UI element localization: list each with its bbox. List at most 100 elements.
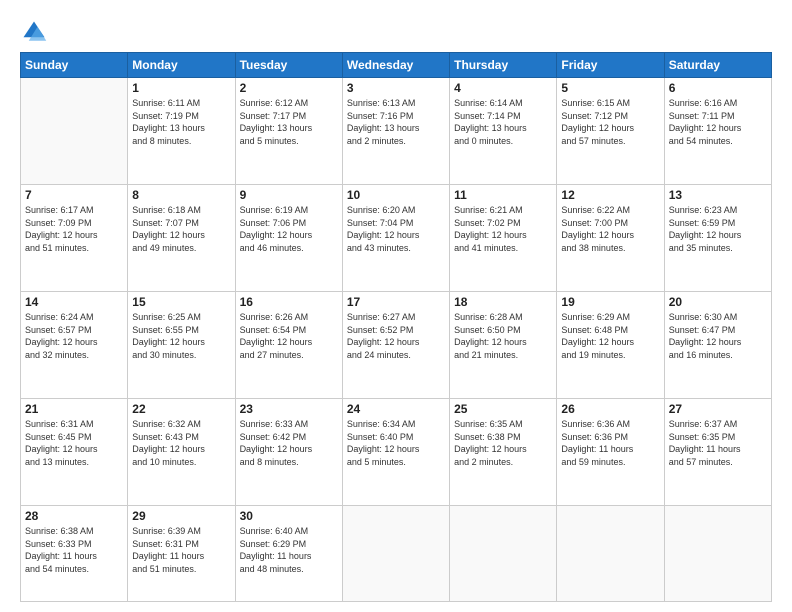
day-info: Sunrise: 6:21 AM Sunset: 7:02 PM Dayligh… xyxy=(454,204,552,254)
week-row-3: 14 Sunrise: 6:24 AM Sunset: 6:57 PM Dayli… xyxy=(21,292,772,399)
day-info: Sunrise: 6:20 AM Sunset: 7:04 PM Dayligh… xyxy=(347,204,445,254)
calendar-cell: 3 Sunrise: 6:13 AM Sunset: 7:16 PM Daylig… xyxy=(342,78,449,185)
day-number: 29 xyxy=(132,509,230,523)
day-number: 1 xyxy=(132,81,230,95)
day-number: 26 xyxy=(561,402,659,416)
day-number: 24 xyxy=(347,402,445,416)
day-number: 28 xyxy=(25,509,123,523)
calendar-cell: 9Sunrise: 6:19 AM Sunset: 7:06 PM Daylig… xyxy=(235,185,342,292)
day-number: 10 xyxy=(347,188,445,202)
day-number: 27 xyxy=(669,402,767,416)
day-number: 15 xyxy=(132,295,230,309)
day-info: Sunrise: 6:26 AM Sunset: 6:54 PM Dayligh… xyxy=(240,311,338,361)
week-row-1: 1 Sunrise: 6:11 AM Sunset: 7:19 PM Daylig… xyxy=(21,78,772,185)
day-number: 13 xyxy=(669,188,767,202)
weekday-header-row: SundayMondayTuesdayWednesdayThursdayFrid… xyxy=(21,53,772,78)
day-info: Sunrise: 6:35 AM Sunset: 6:38 PM Dayligh… xyxy=(454,418,552,468)
day-info: Sunrise: 6:39 AM Sunset: 6:31 PM Dayligh… xyxy=(132,525,230,575)
day-info: Sunrise: 6:30 AM Sunset: 6:47 PM Dayligh… xyxy=(669,311,767,361)
day-info: Sunrise: 6:14 AM Sunset: 7:14 PM Dayligh… xyxy=(454,97,552,147)
calendar-cell: 16 Sunrise: 6:26 AM Sunset: 6:54 PM Dayli… xyxy=(235,292,342,399)
calendar-cell: 5 Sunrise: 6:15 AM Sunset: 7:12 PM Daylig… xyxy=(557,78,664,185)
day-info: Sunrise: 6:12 AM Sunset: 7:17 PM Dayligh… xyxy=(240,97,338,147)
day-info: Sunrise: 6:38 AM Sunset: 6:33 PM Dayligh… xyxy=(25,525,123,575)
calendar-cell xyxy=(21,78,128,185)
day-info: Sunrise: 6:27 AM Sunset: 6:52 PM Dayligh… xyxy=(347,311,445,361)
calendar-cell: 22 Sunrise: 6:32 AM Sunset: 6:43 PM Dayli… xyxy=(128,399,235,506)
day-number: 7 xyxy=(25,188,123,202)
calendar-cell: 15 Sunrise: 6:25 AM Sunset: 6:55 PM Dayli… xyxy=(128,292,235,399)
weekday-header-saturday: Saturday xyxy=(664,53,771,78)
day-info: Sunrise: 6:22 AM Sunset: 7:00 PM Dayligh… xyxy=(561,204,659,254)
day-info: Sunrise: 6:40 AM Sunset: 6:29 PM Dayligh… xyxy=(240,525,338,575)
week-row-5: 28 Sunrise: 6:38 AM Sunset: 6:33 PM Dayli… xyxy=(21,506,772,602)
calendar-cell: 27 Sunrise: 6:37 AM Sunset: 6:35 PM Dayli… xyxy=(664,399,771,506)
day-number: 11 xyxy=(454,188,552,202)
weekday-header-thursday: Thursday xyxy=(450,53,557,78)
day-info: Sunrise: 6:11 AM Sunset: 7:19 PM Dayligh… xyxy=(132,97,230,147)
day-info: Sunrise: 6:16 AM Sunset: 7:11 PM Dayligh… xyxy=(669,97,767,147)
calendar-cell: 26 Sunrise: 6:36 AM Sunset: 6:36 PM Dayli… xyxy=(557,399,664,506)
calendar-cell: 28 Sunrise: 6:38 AM Sunset: 6:33 PM Dayli… xyxy=(21,506,128,602)
week-row-2: 7 Sunrise: 6:17 AM Sunset: 7:09 PM Daylig… xyxy=(21,185,772,292)
calendar-cell: 24 Sunrise: 6:34 AM Sunset: 6:40 PM Dayli… xyxy=(342,399,449,506)
day-number: 4 xyxy=(454,81,552,95)
day-number: 21 xyxy=(25,402,123,416)
weekday-header-friday: Friday xyxy=(557,53,664,78)
day-number: 14 xyxy=(25,295,123,309)
day-info: Sunrise: 6:24 AM Sunset: 6:57 PM Dayligh… xyxy=(25,311,123,361)
logo-icon xyxy=(20,18,48,46)
day-number: 30 xyxy=(240,509,338,523)
day-number: 22 xyxy=(132,402,230,416)
day-info: Sunrise: 6:25 AM Sunset: 6:55 PM Dayligh… xyxy=(132,311,230,361)
day-number: 19 xyxy=(561,295,659,309)
calendar-cell xyxy=(342,506,449,602)
day-number: 16 xyxy=(240,295,338,309)
day-info: Sunrise: 6:34 AM Sunset: 6:40 PM Dayligh… xyxy=(347,418,445,468)
calendar-cell: 17 Sunrise: 6:27 AM Sunset: 6:52 PM Dayli… xyxy=(342,292,449,399)
day-number: 6 xyxy=(669,81,767,95)
calendar-cell: 12 Sunrise: 6:22 AM Sunset: 7:00 PM Dayli… xyxy=(557,185,664,292)
day-number: 8 xyxy=(132,188,230,202)
calendar-cell: 7 Sunrise: 6:17 AM Sunset: 7:09 PM Daylig… xyxy=(21,185,128,292)
day-info: Sunrise: 6:37 AM Sunset: 6:35 PM Dayligh… xyxy=(669,418,767,468)
day-number: 3 xyxy=(347,81,445,95)
day-info: Sunrise: 6:29 AM Sunset: 6:48 PM Dayligh… xyxy=(561,311,659,361)
calendar-cell: 10 Sunrise: 6:20 AM Sunset: 7:04 PM Dayli… xyxy=(342,185,449,292)
calendar-cell: 23 Sunrise: 6:33 AM Sunset: 6:42 PM Dayli… xyxy=(235,399,342,506)
calendar-cell: 8 Sunrise: 6:18 AM Sunset: 7:07 PM Daylig… xyxy=(128,185,235,292)
day-info: Sunrise: 6:18 AM Sunset: 7:07 PM Dayligh… xyxy=(132,204,230,254)
day-info: Sunrise: 6:28 AM Sunset: 6:50 PM Dayligh… xyxy=(454,311,552,361)
day-info: Sunrise: 6:15 AM Sunset: 7:12 PM Dayligh… xyxy=(561,97,659,147)
day-number: 5 xyxy=(561,81,659,95)
calendar-cell: 20Sunrise: 6:30 AM Sunset: 6:47 PM Dayli… xyxy=(664,292,771,399)
day-number: 9 xyxy=(240,188,338,202)
weekday-header-wednesday: Wednesday xyxy=(342,53,449,78)
day-info: Sunrise: 6:31 AM Sunset: 6:45 PM Dayligh… xyxy=(25,418,123,468)
calendar-cell: 21 Sunrise: 6:31 AM Sunset: 6:45 PM Dayli… xyxy=(21,399,128,506)
calendar-cell xyxy=(664,506,771,602)
day-number: 23 xyxy=(240,402,338,416)
day-number: 2 xyxy=(240,81,338,95)
logo xyxy=(20,18,52,46)
header xyxy=(20,18,772,46)
day-number: 17 xyxy=(347,295,445,309)
page: SundayMondayTuesdayWednesdayThursdayFrid… xyxy=(0,0,792,612)
weekday-header-tuesday: Tuesday xyxy=(235,53,342,78)
day-info: Sunrise: 6:17 AM Sunset: 7:09 PM Dayligh… xyxy=(25,204,123,254)
day-info: Sunrise: 6:33 AM Sunset: 6:42 PM Dayligh… xyxy=(240,418,338,468)
weekday-header-monday: Monday xyxy=(128,53,235,78)
calendar-cell: 11 Sunrise: 6:21 AM Sunset: 7:02 PM Dayli… xyxy=(450,185,557,292)
day-info: Sunrise: 6:36 AM Sunset: 6:36 PM Dayligh… xyxy=(561,418,659,468)
calendar-cell: 4 Sunrise: 6:14 AM Sunset: 7:14 PM Daylig… xyxy=(450,78,557,185)
calendar-cell: 13Sunrise: 6:23 AM Sunset: 6:59 PM Dayli… xyxy=(664,185,771,292)
calendar-cell: 30 Sunrise: 6:40 AM Sunset: 6:29 PM Dayli… xyxy=(235,506,342,602)
calendar-cell: 2 Sunrise: 6:12 AM Sunset: 7:17 PM Daylig… xyxy=(235,78,342,185)
day-info: Sunrise: 6:13 AM Sunset: 7:16 PM Dayligh… xyxy=(347,97,445,147)
day-number: 12 xyxy=(561,188,659,202)
day-info: Sunrise: 6:32 AM Sunset: 6:43 PM Dayligh… xyxy=(132,418,230,468)
day-number: 25 xyxy=(454,402,552,416)
calendar-cell: 1 Sunrise: 6:11 AM Sunset: 7:19 PM Daylig… xyxy=(128,78,235,185)
calendar-cell xyxy=(557,506,664,602)
calendar-cell: 18Sunrise: 6:28 AM Sunset: 6:50 PM Dayli… xyxy=(450,292,557,399)
